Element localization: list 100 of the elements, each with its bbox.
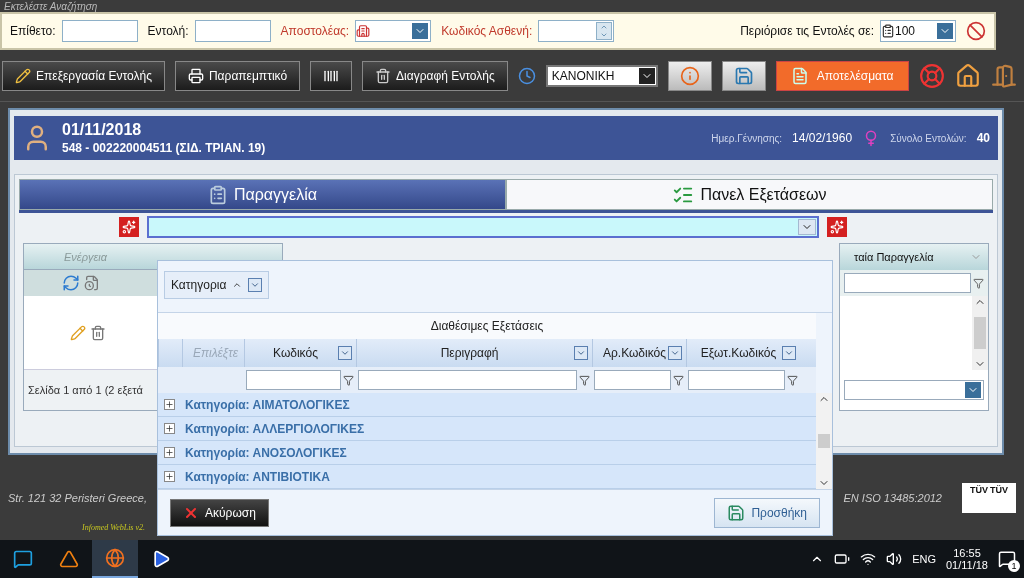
info-icon (679, 65, 700, 86)
column-header: ταία Παραγγελία (854, 251, 934, 263)
new-icon[interactable] (827, 217, 847, 237)
trash-icon[interactable] (90, 324, 106, 341)
certification-logo: TÜV TÜV (962, 482, 1016, 513)
expand-icon[interactable] (164, 399, 175, 410)
expand-icon[interactable] (164, 423, 175, 434)
clock-icon (517, 66, 536, 85)
field-label: Κωδικός Ασθενή: (441, 24, 533, 38)
save-icon (733, 65, 754, 86)
scroll-thumb[interactable] (818, 434, 830, 448)
pager-text: Σελίδα 1 από 1 (2 εξετά (28, 384, 143, 396)
filter-field[interactable] (594, 370, 671, 390)
caret-down-icon (670, 348, 680, 358)
text-field[interactable] (61, 20, 138, 42)
chat-app-icon[interactable] (13, 549, 33, 569)
browser-icon[interactable] (105, 548, 125, 568)
toolbar-button[interactable]: Διαγραφή Εντολής (362, 60, 508, 91)
clear-icon (966, 21, 986, 41)
battery-icon (834, 551, 851, 567)
group-row[interactable]: Κατηγορία: ΑΙΜΑΤΟΛΟΓΙΚΕΣ (158, 393, 816, 417)
document-icon (790, 66, 809, 85)
search-hint: Εκτελέστε Αναζήτηση (4, 0, 98, 12)
caret-down-icon (576, 348, 586, 358)
exam-search-field[interactable] (147, 216, 819, 238)
expand-icon[interactable] (164, 471, 175, 482)
limit-value: 100 (895, 24, 917, 38)
scroll-thumb[interactable] (974, 317, 986, 349)
spinner-field[interactable] (538, 20, 615, 42)
tab[interactable]: Πανελ Εξετάσεων (506, 179, 993, 210)
sender-select[interactable] (355, 20, 432, 42)
group-by-chip[interactable]: Κατηγορια (164, 271, 270, 299)
filter-icon[interactable] (343, 374, 354, 386)
filter-icon[interactable] (787, 374, 798, 386)
save-button[interactable] (721, 60, 766, 91)
birth-date: 14/02/1960 (792, 131, 853, 145)
language-indicator[interactable]: ENG (912, 553, 936, 565)
toolbar-button[interactable]: Επεξεργασία Εντολής (2, 60, 165, 91)
priority-select[interactable]: ΚΑΝΟΝΙΚΗ (545, 64, 658, 87)
notification-icon[interactable] (998, 550, 1016, 568)
field-label: Εντολή: (147, 24, 189, 38)
play-app-icon[interactable] (151, 549, 171, 569)
barcode-button[interactable] (310, 60, 353, 91)
new-icon[interactable] (119, 217, 139, 237)
filter-icon[interactable] (673, 374, 684, 386)
caret-up-icon (232, 280, 243, 290)
filter-field[interactable] (688, 370, 785, 390)
group-row[interactable]: Κατηγορία: ΑΝΤΙΒΙΟΤΙΚΑ (158, 465, 816, 489)
text-field[interactable] (194, 20, 271, 42)
pencil-icon[interactable] (70, 324, 86, 341)
refresh-icon[interactable] (62, 274, 80, 292)
caret-down-icon (340, 348, 350, 358)
log-icon[interactable] (84, 275, 100, 291)
field-label: Περιόρισε τις Εντολές σε: (740, 24, 874, 38)
scrollbar[interactable] (816, 393, 832, 489)
group-row[interactable]: Κατηγορία: ΑΝΟΣΟΛΟΓΙΚΕΣ (158, 441, 816, 465)
add-button[interactable]: Προσθήκη (714, 497, 820, 528)
building-icon (356, 24, 371, 38)
printer-icon (187, 67, 204, 84)
filter-icon[interactable] (973, 277, 984, 289)
cone-app-icon[interactable] (59, 549, 79, 569)
info-button[interactable] (667, 60, 712, 91)
exit-door-icon (990, 62, 1017, 89)
caret-down-icon (250, 280, 261, 290)
home-icon (954, 62, 981, 89)
column-header: Ενέργεια (64, 250, 108, 263)
select-field[interactable] (844, 380, 984, 400)
orders-count: 40 (976, 131, 990, 145)
notification-count: 1 (1008, 560, 1020, 572)
address-text: Str. 121 32 Peristeri Greece, (8, 491, 147, 504)
patient-id: 548 - 002220004511 (ΣΙΔ. ΤΡΙΑΝ. 19) (62, 141, 266, 155)
caret-down-icon (784, 348, 794, 358)
birth-label: Ημερ.Γέννησης: (711, 132, 783, 144)
field-label: Αποστολέας: (280, 24, 350, 38)
version-text: Infomed WebLis v2. (82, 523, 146, 532)
caret-up-icon (600, 23, 609, 31)
filter-icon[interactable] (579, 374, 590, 386)
limit-select[interactable]: 100 (880, 20, 956, 42)
filter-field[interactable] (246, 370, 341, 390)
orders-label: Σύνολο Εντολών: (890, 132, 967, 144)
lifebuoy-icon (918, 62, 945, 89)
toolbar-button[interactable]: Παραπεμπτικό (174, 60, 301, 91)
trash-icon (375, 67, 392, 84)
scrollbar[interactable] (972, 296, 988, 370)
save-icon (727, 503, 746, 522)
wifi-icon (860, 551, 877, 567)
cancel-button[interactable]: Ακύρωση (170, 498, 269, 527)
filter-field[interactable] (844, 273, 971, 293)
iso-text: EN ISO 13485:2012 (843, 491, 942, 504)
field-label: Επίθετο: (10, 24, 56, 38)
filter-field[interactable] (358, 370, 577, 390)
pencil-icon (15, 67, 31, 84)
expand-icon[interactable] (164, 447, 175, 458)
clock[interactable]: 16:55 01/11/18 (946, 547, 988, 571)
grid-title: Διαθέσιμες Εξετάσεις (158, 313, 816, 339)
group-row[interactable]: Κατηγορία: ΑΛΛΕΡΓΙΟΛΟΓΙΚΕΣ (158, 417, 816, 441)
caret-down-icon (600, 31, 609, 39)
volume-icon (886, 551, 903, 567)
tab[interactable]: Παραγγελία (19, 179, 506, 210)
order-date: 01/11/2018 (62, 121, 143, 139)
